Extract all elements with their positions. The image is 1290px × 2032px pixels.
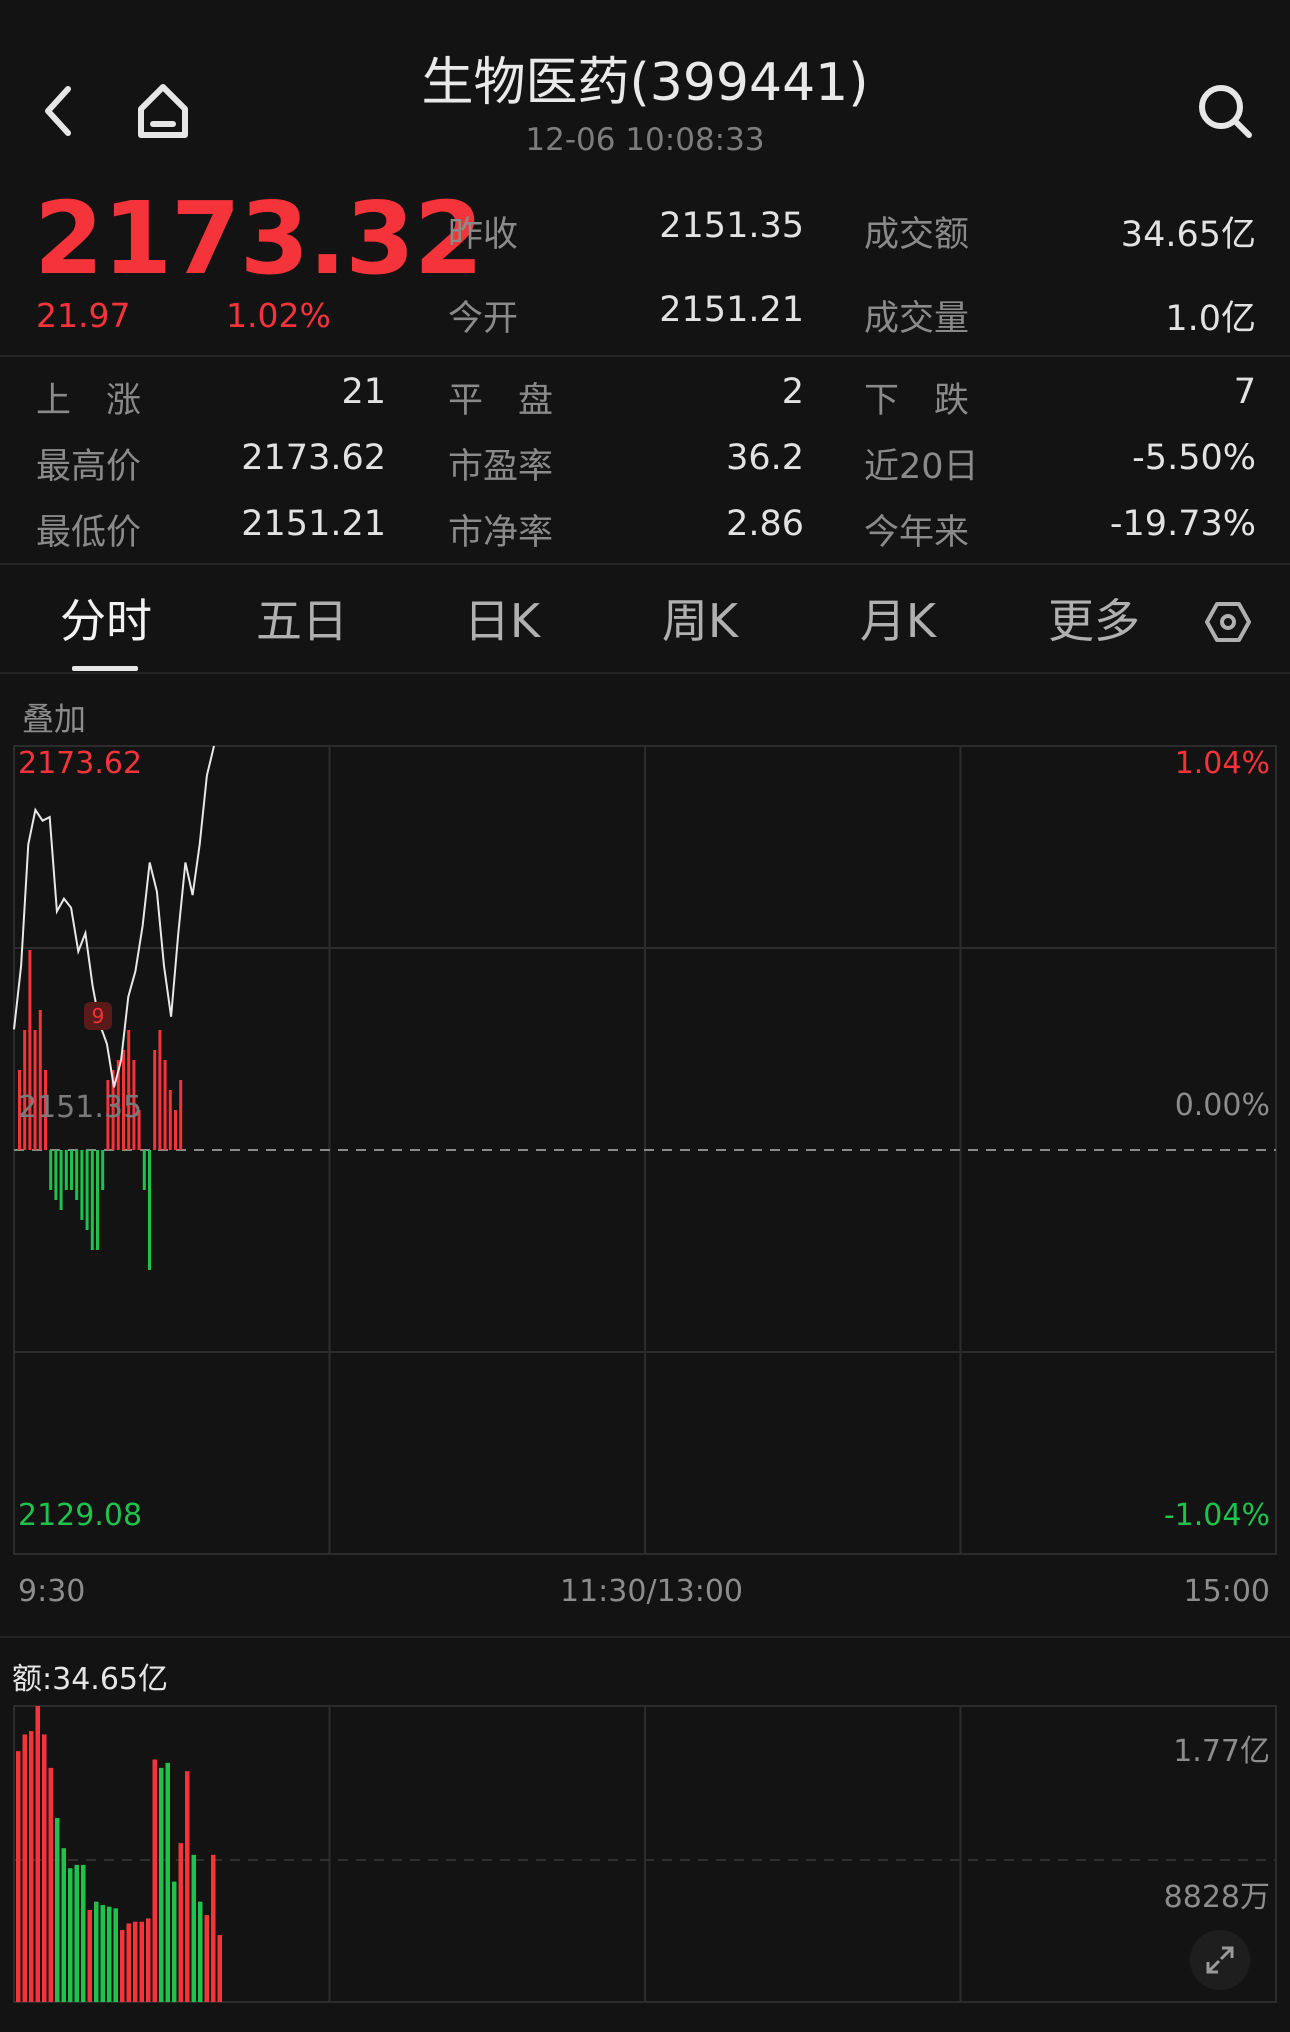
volume-bar bbox=[211, 1854, 216, 2002]
volume-bar bbox=[55, 1818, 60, 2002]
volume-bar bbox=[126, 1923, 131, 2002]
volume-bar bbox=[81, 1864, 86, 2002]
breadth-bar bbox=[101, 1150, 105, 1190]
volume-bar bbox=[16, 1751, 21, 2002]
breadth-bar bbox=[70, 1150, 73, 1190]
volume-bar bbox=[204, 1915, 209, 2002]
volume-bar bbox=[159, 1767, 164, 2002]
expand-arrows-icon bbox=[1206, 1946, 1234, 1974]
chart-mid-pct: 0.00% bbox=[1174, 1088, 1270, 1123]
volume-bar bbox=[61, 1848, 66, 2002]
breadth-bar bbox=[64, 1150, 68, 1190]
volume-bar bbox=[217, 1935, 222, 2002]
volume-bar bbox=[133, 1921, 138, 2002]
breadth-bar bbox=[179, 1080, 183, 1150]
breadth-bar bbox=[49, 1150, 53, 1190]
amount-label: 额:34.65亿 bbox=[12, 1662, 168, 1697]
breadth-bar bbox=[163, 1060, 167, 1150]
breadth-bar bbox=[59, 1150, 63, 1210]
time-start-label: 9:30 bbox=[18, 1574, 86, 1609]
volume-bar bbox=[198, 1901, 203, 2002]
volume-bar bbox=[178, 1843, 183, 2002]
volume-bar bbox=[74, 1864, 79, 2002]
divider bbox=[0, 1636, 1290, 1638]
main-chart-grid bbox=[13, 745, 1277, 1555]
breadth-bar bbox=[153, 1050, 157, 1150]
event-marker[interactable]: 9 bbox=[84, 1002, 112, 1030]
volume-bars bbox=[16, 1706, 222, 2002]
breadth-bar bbox=[168, 1090, 172, 1150]
breadth-bar bbox=[75, 1150, 79, 1200]
breadth-bar bbox=[148, 1150, 151, 1270]
vol-mid-label: 8828万 bbox=[1163, 1880, 1270, 1915]
volume-bar bbox=[100, 1905, 105, 2002]
volume-bar bbox=[94, 1901, 99, 2002]
volume-bar bbox=[22, 1734, 27, 2002]
intraday-chart[interactable] bbox=[0, 0, 1290, 2032]
volume-bar bbox=[68, 1868, 73, 2002]
volume-bar bbox=[35, 1706, 40, 2002]
breadth-bar bbox=[158, 1030, 162, 1150]
breadth-bar bbox=[96, 1150, 99, 1250]
volume-bar bbox=[146, 1918, 151, 2002]
volume-bar bbox=[42, 1734, 47, 2002]
breadth-bar bbox=[38, 1010, 42, 1150]
chart-bottom-pct: -1.04% bbox=[1163, 1498, 1270, 1533]
volume-bar bbox=[29, 1731, 34, 2002]
breadth-bar bbox=[80, 1150, 84, 1220]
volume-chart-grid bbox=[13, 1705, 1277, 2003]
price-line bbox=[13, 745, 215, 1088]
time-mid-label: 11:30/13:00 bbox=[560, 1574, 744, 1609]
volume-bar bbox=[165, 1762, 170, 2002]
volume-bar bbox=[152, 1759, 157, 2002]
expand-chart-button[interactable] bbox=[1190, 1930, 1250, 1990]
breadth-bar bbox=[90, 1150, 94, 1250]
volume-bar bbox=[48, 1767, 53, 2002]
chart-top-price: 2173.62 bbox=[18, 746, 143, 781]
price-line-group bbox=[13, 745, 215, 1088]
time-end-label: 15:00 bbox=[1183, 1574, 1270, 1609]
chart-baseline-price: 2151.35 bbox=[18, 1090, 143, 1125]
volume-bar bbox=[87, 1910, 92, 2002]
volume-bar bbox=[139, 1921, 144, 2002]
volume-bar bbox=[107, 1906, 112, 2002]
breadth-bar bbox=[85, 1150, 89, 1230]
volume-bar bbox=[113, 1908, 118, 2002]
volume-bar bbox=[185, 1771, 190, 2002]
chart-bottom-price: 2129.08 bbox=[18, 1498, 143, 1533]
breadth-bar bbox=[174, 1110, 177, 1150]
volume-bar bbox=[191, 1854, 196, 2002]
vol-top-label: 1.77亿 bbox=[1173, 1734, 1270, 1769]
breadth-bar bbox=[142, 1150, 146, 1190]
breadth-bar bbox=[54, 1150, 58, 1200]
chart-top-pct: 1.04% bbox=[1174, 746, 1270, 781]
volume-bar bbox=[172, 1881, 177, 2002]
volume-bar bbox=[120, 1930, 125, 2002]
